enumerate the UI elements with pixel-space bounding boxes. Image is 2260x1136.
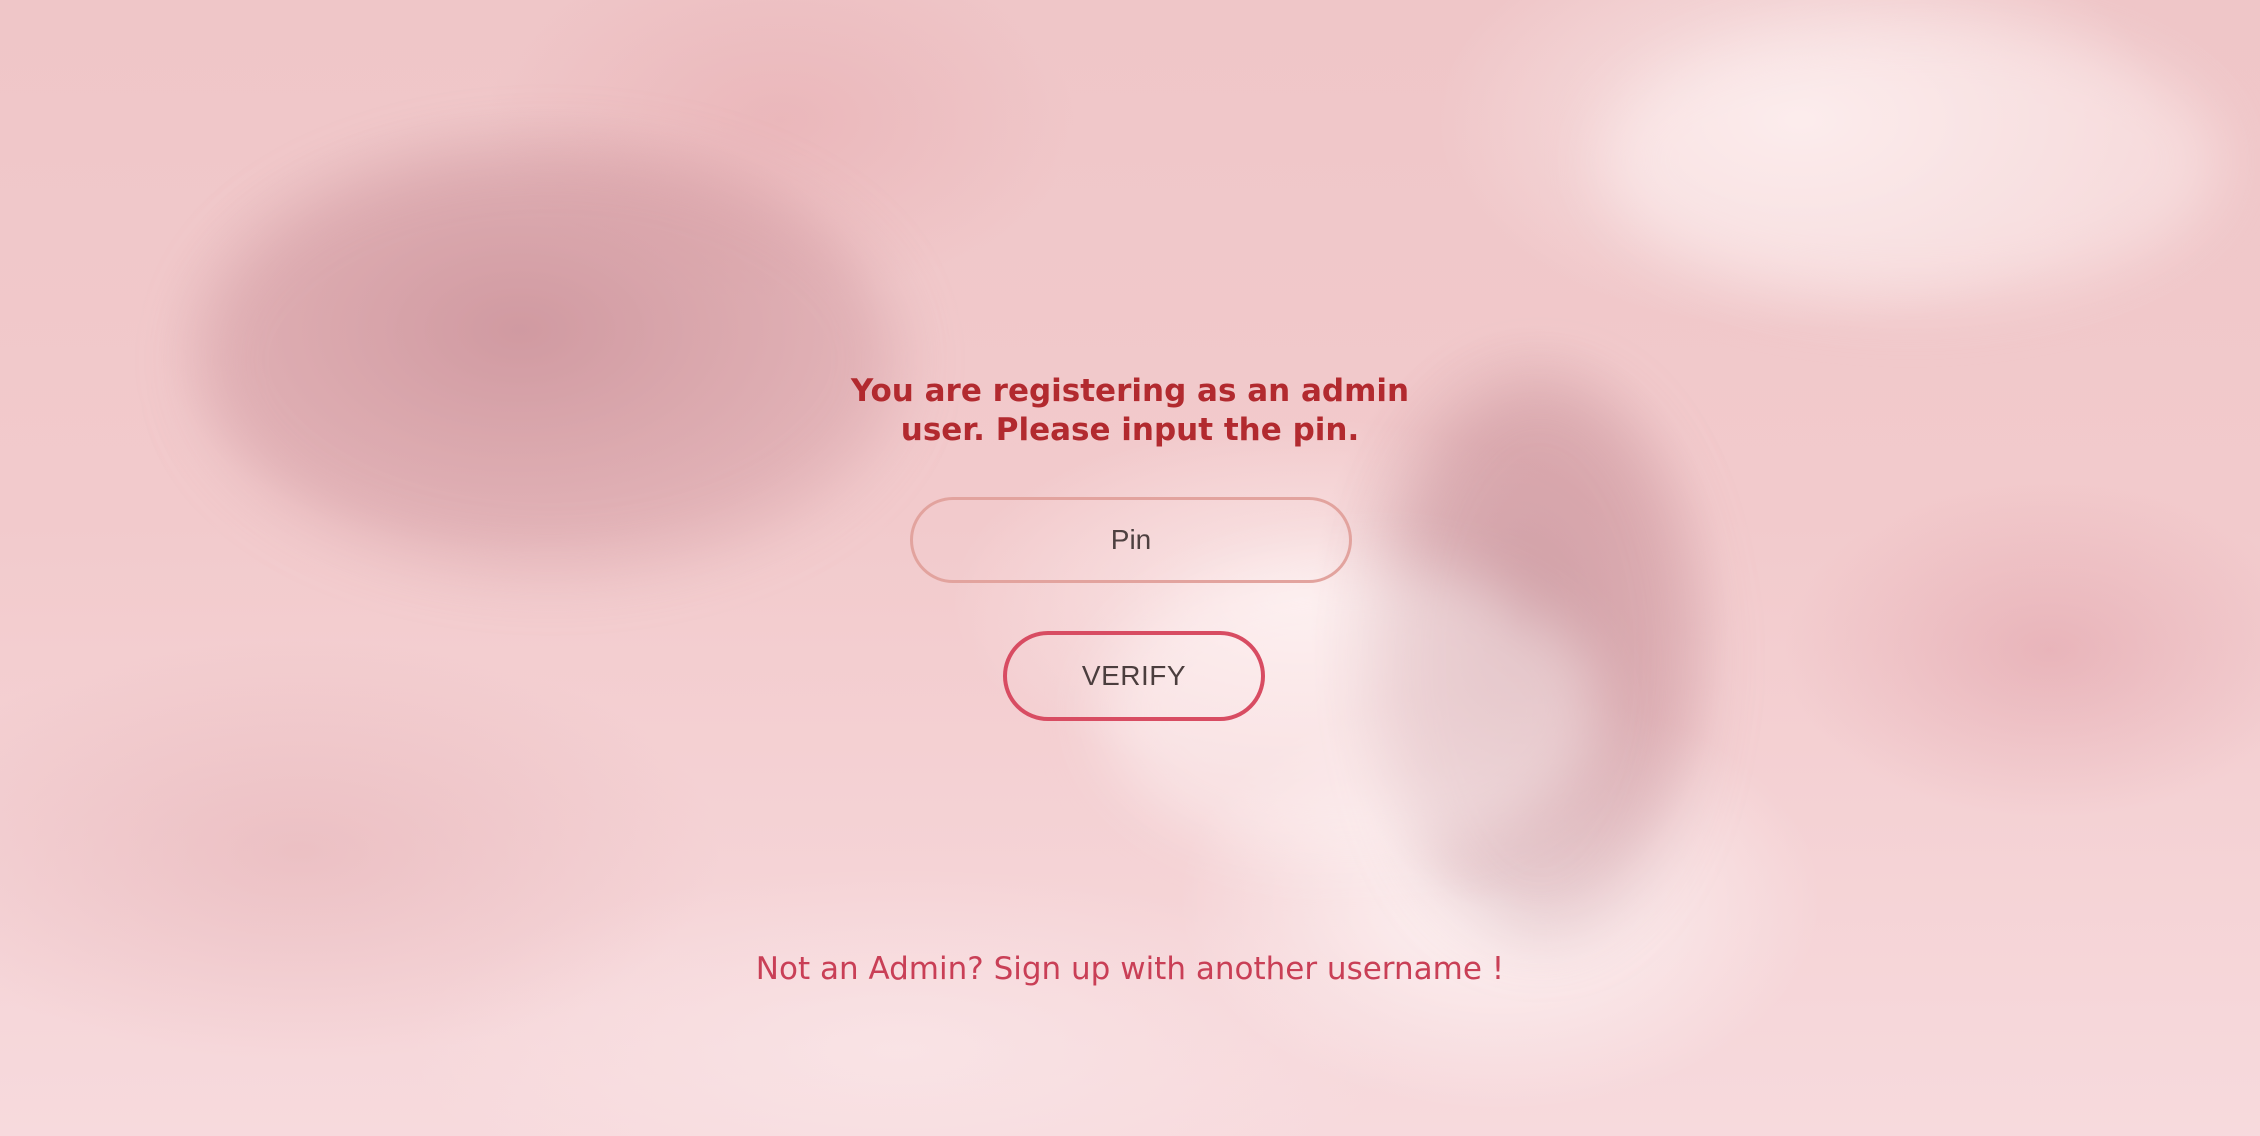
- verify-button[interactable]: VERIFY: [1003, 631, 1265, 721]
- signup-other-username-link[interactable]: Not an Admin? Sign up with another usern…: [0, 951, 2260, 987]
- pin-input[interactable]: [910, 497, 1352, 583]
- background-swirl: [1600, 20, 2220, 300]
- page-title-line-1: You are registering as an admin: [850, 373, 1410, 409]
- background-swirl: [200, 150, 900, 570]
- page-title-line-2: user. Please input the pin.: [900, 412, 1360, 448]
- page-title: You are registering as an admin user. Pl…: [0, 372, 2260, 450]
